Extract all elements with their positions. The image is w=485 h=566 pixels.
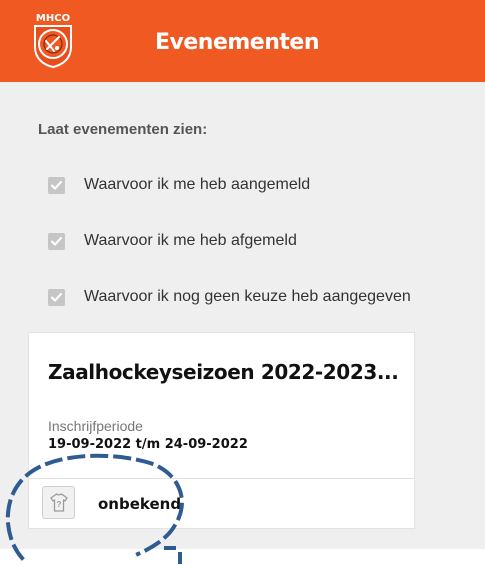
filter-no-choice-label: Waarvoor ik nog geen keuze heb aangegeve… xyxy=(84,288,411,305)
event-card[interactable]: Zaalhockeyseizoen 2022-2023... Inschrijf… xyxy=(29,333,414,528)
filter-unregistered-checkbox[interactable] xyxy=(48,232,65,250)
svg-text:?: ? xyxy=(57,500,62,509)
attendance-status-text: onbekend xyxy=(98,495,182,513)
filter-section-label: Laat evenementen zien: xyxy=(38,121,208,138)
shirt-question-icon: ? xyxy=(50,493,68,512)
filter-unregistered[interactable]: Waarvoor ik me heb afgemeld xyxy=(48,231,297,251)
app-header: MHCO Evenementen xyxy=(0,0,485,82)
event-title[interactable]: Zaalhockeyseizoen 2022-2023... xyxy=(48,360,399,384)
club-logo: MHCO xyxy=(31,13,75,71)
registration-period-label: Inschrijfperiode xyxy=(48,418,143,434)
filter-no-choice-checkbox[interactable] xyxy=(48,288,65,306)
card-divider xyxy=(29,478,414,479)
filter-unregistered-label: Waarvoor ik me heb afgemeld xyxy=(84,232,297,249)
filter-registered-label: Waarvoor ik me heb aangemeld xyxy=(84,176,311,193)
page-title: Evenementen xyxy=(155,30,319,55)
registration-period-value: 19-09-2022 t/m 24-09-2022 xyxy=(48,437,248,452)
app-frame: MHCO Evenementen Laat evenementen zien: … xyxy=(0,0,485,549)
filter-registered-checkbox[interactable] xyxy=(48,176,65,194)
checkmark-icon xyxy=(51,236,62,246)
checkmark-icon xyxy=(51,180,62,190)
club-crest-icon xyxy=(34,25,72,68)
filter-registered[interactable]: Waarvoor ik me heb aangemeld xyxy=(48,175,310,195)
checkmark-icon xyxy=(51,292,62,302)
attendance-status-button[interactable]: ? xyxy=(42,486,75,519)
filter-no-choice[interactable]: Waarvoor ik nog geen keuze heb aangegeve… xyxy=(48,287,411,307)
